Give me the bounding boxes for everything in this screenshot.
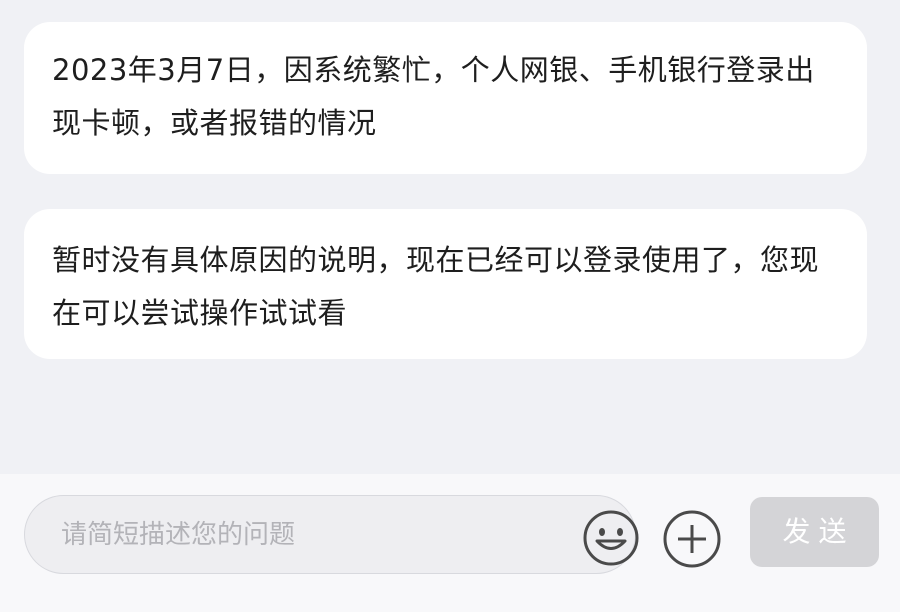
send-button[interactable]: 发送 (750, 497, 879, 567)
chat-message-list: 2023年3月7日，因系统繁忙，个人网银、手机银行登录出现卡顿，或者报错的情况 … (0, 0, 900, 474)
composer-bar: 发送 (0, 474, 900, 612)
message-bubble: 2023年3月7日，因系统繁忙，个人网银、手机银行登录出现卡顿，或者报错的情况 (24, 22, 867, 174)
smiley-face-icon[interactable] (582, 509, 640, 567)
plus-circle-icon (663, 510, 721, 568)
message-input[interactable] (61, 496, 541, 573)
message-text: 暂时没有具体原因的说明，现在已经可以登录使用了，您现在可以尝试操作试试看 (52, 243, 820, 330)
message-input-container[interactable] (24, 495, 639, 574)
add-attachment-button[interactable] (662, 509, 722, 569)
message-bubble: 暂时没有具体原因的说明，现在已经可以登录使用了，您现在可以尝试操作试试看 (24, 209, 867, 359)
message-text: 2023年3月7日，因系统繁忙，个人网银、手机银行登录出现卡顿，或者报错的情况 (52, 53, 815, 140)
